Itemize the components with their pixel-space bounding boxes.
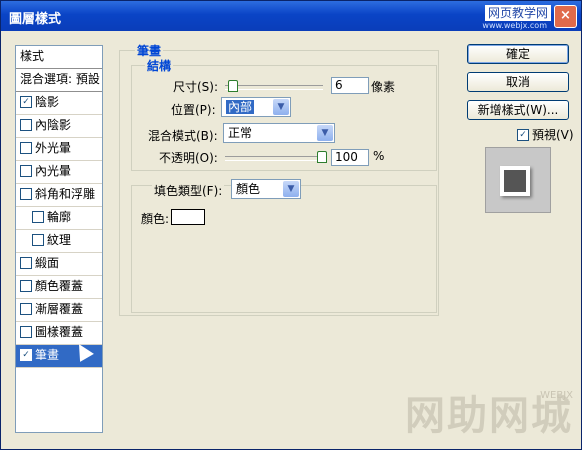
preview-checkbox[interactable]: ✓ [517, 128, 529, 141]
blend-mode-value: 正常 [228, 126, 253, 140]
blend-options-item[interactable]: 混合選項: 預設 [16, 69, 102, 92]
ok-button[interactable]: 確定 [467, 44, 569, 64]
size-input[interactable]: 6 [331, 77, 369, 94]
sidebar-item[interactable]: 緞面 [16, 253, 102, 276]
chevron-down-icon: ▼ [273, 99, 289, 115]
sidebar-item[interactable]: 內陰影 [16, 115, 102, 138]
checkbox[interactable] [20, 279, 32, 292]
structure-group-title: 結構 [145, 57, 174, 74]
watermark-bottom: 网助网城 [405, 393, 573, 439]
position-value: 內部 [226, 100, 255, 114]
styles-list: 樣式 混合選項: 預設 ✓ 陰影 內陰影 外光暈 內光暈 斜角和浮雕 輪廓 紋理 緞面 顏色覆蓋漸… [15, 45, 103, 433]
styles-header[interactable]: 樣式 [16, 46, 102, 69]
checkbox[interactable] [20, 164, 32, 177]
sidebar-item[interactable]: 漸層覆蓋 [16, 299, 102, 322]
fill-type-value: 顏色 [236, 182, 261, 196]
checkbox[interactable] [20, 118, 32, 131]
preview-checkbox-row[interactable]: ✓ 預視(V) [517, 126, 574, 143]
checkbox[interactable] [32, 210, 44, 223]
sidebar-item-label: 緞面 [35, 256, 60, 270]
position-label: 位置(P): [171, 103, 216, 117]
checkbox[interactable] [32, 233, 44, 246]
size-slider-thumb[interactable] [227, 80, 238, 92]
size-label: 尺寸(S): [173, 80, 219, 94]
checkbox[interactable]: ✓ [20, 348, 32, 361]
size-slider[interactable] [225, 80, 323, 92]
blend-mode-select[interactable]: 正常 ▼ [223, 123, 335, 143]
blend-mode-label: 混合模式(B): [148, 129, 218, 143]
title-bar[interactable]: 圖層樣式 网页教学网 www.webjx.com × [1, 1, 581, 31]
chevron-down-icon: ▼ [283, 181, 299, 197]
layer-style-dialog: 圖層樣式 网页教学网 www.webjx.com × 樣式 混合選項: 預設 ✓… [0, 0, 582, 450]
sidebar-item[interactable]: 顏色覆蓋 [16, 276, 102, 299]
sidebar-item-label: 陰影 [35, 95, 60, 109]
fill-type-select[interactable]: 顏色 ▼ [231, 179, 301, 199]
sidebar-item-label: 漸層覆蓋 [35, 302, 84, 316]
sidebar-item-label: 顏色覆蓋 [35, 279, 84, 293]
sidebar-item-label: 筆畫 [35, 348, 60, 362]
opacity-slider[interactable] [225, 151, 327, 163]
opacity-slider-thumb[interactable] [317, 151, 327, 163]
sidebar-item-label: 圖樣覆蓋 [35, 325, 84, 339]
opacity-unit: % [373, 149, 385, 163]
style-preview [485, 147, 551, 213]
sidebar-item[interactable]: 內光暈 [16, 161, 102, 184]
color-swatch[interactable] [171, 209, 205, 225]
sidebar-item[interactable]: 圖樣覆蓋 [16, 322, 102, 345]
close-button[interactable]: × [554, 5, 577, 28]
sidebar-item-label: 斜角和浮雕 [35, 187, 96, 201]
size-unit: 像素 [371, 80, 396, 94]
checkbox[interactable] [20, 141, 32, 154]
checkbox[interactable] [20, 256, 32, 269]
watermark-top-url: www.webjx.com [482, 21, 547, 30]
checkbox[interactable] [20, 187, 32, 200]
position-select[interactable]: 內部 ▼ [221, 97, 291, 117]
color-label: 顏色: [141, 212, 170, 226]
window-title: 圖層樣式 [9, 12, 62, 27]
checkbox[interactable] [20, 325, 32, 338]
sidebar-item-label: 內光暈 [35, 164, 72, 178]
opacity-input[interactable]: 100 [331, 149, 369, 166]
sidebar-item-label: 內陰影 [35, 118, 72, 132]
cancel-button[interactable]: 取消 [467, 72, 569, 92]
fill-group [131, 185, 437, 313]
new-style-button[interactable]: 新增樣式(W)... [467, 100, 569, 120]
sidebar-item[interactable]: ✓ 陰影 [16, 92, 102, 115]
checkbox[interactable]: ✓ [20, 95, 32, 108]
sidebar-item[interactable]: 輪廓 [16, 207, 102, 230]
sidebar-item[interactable]: 紋理 [16, 230, 102, 253]
sidebar-item-label: 輪廓 [47, 210, 72, 224]
watermark-top: 网页教学网 [484, 5, 551, 21]
chevron-down-icon: ▼ [317, 125, 333, 141]
checkbox[interactable] [20, 302, 32, 315]
sidebar-item-label: 外光暈 [35, 141, 72, 155]
sidebar-item-label: 紋理 [47, 233, 72, 247]
preview-thumbnail [500, 166, 530, 196]
preview-label: 預視(V) [532, 128, 574, 142]
fill-type-label: 填色類型(F): [152, 182, 225, 199]
opacity-label: 不透明(O): [159, 151, 218, 165]
sidebar-item[interactable]: 斜角和浮雕 [16, 184, 102, 207]
sidebar-item[interactable]: 外光暈 [16, 138, 102, 161]
